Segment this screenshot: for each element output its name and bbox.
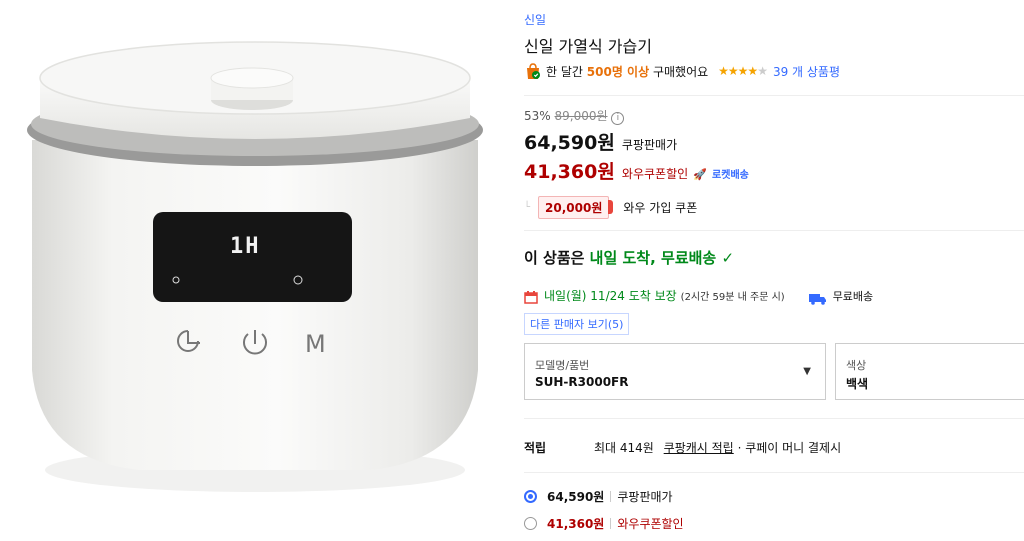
coupon-row: └ 20,000원 와우 가입 쿠폰 [524, 196, 697, 219]
review-count-link[interactable]: 39 개 상품평 [773, 63, 840, 80]
coupon-price: 41,360원 [524, 161, 615, 183]
delivery-date: 내일(월) 11/24 도착 보장 [544, 289, 677, 303]
proof-count: 500명 이상 [586, 64, 650, 79]
rewards-label: 적립 [524, 441, 547, 455]
model-select-value: SUH-R3000FR [535, 375, 629, 389]
delivery-headline-highlight: 내일 도착, 무료배송 [589, 249, 717, 267]
separator [610, 518, 612, 529]
option-label: 와우쿠폰할인 [617, 517, 684, 531]
delivery-cutoff: (2시간 59분 내 주문 시) [680, 292, 785, 303]
rocket-delivery-badge: 로켓배송 [712, 170, 749, 181]
humidifier-illustration: 1H M [27, 41, 483, 492]
coupon-badge[interactable]: 20,000원 [538, 196, 614, 219]
coupon-price-row: 41,360원 와우쿠폰할인 🚀 로켓배송 [524, 157, 749, 184]
delivery-headline: 이 상품은 내일 도착, 무료배송 ✓ [524, 247, 734, 268]
discount-percent: 53% [524, 109, 551, 123]
option-price: 41,360원 [547, 517, 605, 531]
separator [610, 491, 612, 502]
color-select[interactable]: 색상 백색 [835, 343, 1024, 400]
mode-icon: M [305, 330, 326, 358]
model-select-label: 모델명/품번 [535, 359, 590, 372]
display-time: 1H [230, 234, 261, 259]
model-select[interactable]: 모델명/품번 SUH-R3000FR ▼ [524, 343, 826, 400]
rewards-suffix: · 쿠페이 머니 결제시 [737, 441, 842, 455]
brand-link[interactable]: 신일 [524, 11, 546, 28]
price-option-standard[interactable]: 64,590원 쿠팡판매가 [524, 488, 673, 505]
coupon-description: 와우 가입 쿠폰 [623, 201, 698, 215]
checkmark-icon: ✓ [721, 249, 735, 267]
radio-unselected[interactable] [524, 517, 537, 530]
option-price: 64,590원 [547, 490, 605, 504]
coupang-cash-link[interactable]: 쿠팡캐시 적립 [664, 441, 734, 455]
proof-prefix: 한 달간 [546, 64, 583, 79]
sale-price-row: 64,590원 쿠팡판매가 [524, 128, 677, 155]
divider [524, 95, 1024, 96]
divider [524, 230, 1024, 231]
discount-row: 53% 89,000원 i [524, 107, 625, 125]
info-icon[interactable]: i [611, 112, 625, 125]
option-label: 쿠팡판매가 [617, 490, 673, 504]
rewards-prefix: 최대 414원 [594, 441, 654, 455]
other-sellers-button[interactable]: 다른 판매자 보기(5) [524, 313, 630, 335]
price-option-coupon[interactable]: 41,360원 와우쿠폰할인 [524, 515, 684, 532]
color-select-value: 백색 [846, 377, 869, 391]
chevron-down-icon: ▼ [803, 366, 811, 377]
color-select-label: 색상 [846, 359, 867, 372]
rewards-info: 최대 414원 쿠팡캐시 적립 · 쿠페이 머니 결제시 [594, 439, 841, 456]
shopping-bag-icon [524, 62, 542, 80]
calendar-icon [524, 289, 538, 304]
free-shipping-label: 무료배송 [832, 289, 874, 303]
product-title: 신일 가열식 가습기 [524, 37, 652, 56]
delivery-headline-prefix: 이 상품은 [524, 249, 585, 267]
rocket-icon: 🚀 [693, 168, 707, 181]
original-price: 89,000원 [554, 109, 608, 123]
radio-selected[interactable] [524, 490, 537, 503]
social-proof: 한 달간 500명 이상 구매했어요 ★★★★★ 39 개 상품평 [524, 62, 840, 80]
divider [524, 472, 1024, 473]
tree-corner-icon: └ [524, 202, 531, 213]
proof-suffix: 구매했어요 [652, 64, 709, 79]
coupon-label: 와우쿠폰할인 [621, 167, 689, 181]
sale-price: 64,590원 [524, 132, 615, 154]
sale-label: 쿠팡판매가 [621, 138, 678, 152]
rating-stars: ★★★★★ [718, 64, 768, 78]
divider [524, 418, 1024, 419]
delivery-date-row: 내일(월) 11/24 도착 보장 (2시간 59분 내 주문 시) 무료배송 [524, 287, 874, 305]
product-image: 1H M [0, 0, 512, 541]
truck-icon [808, 290, 827, 305]
